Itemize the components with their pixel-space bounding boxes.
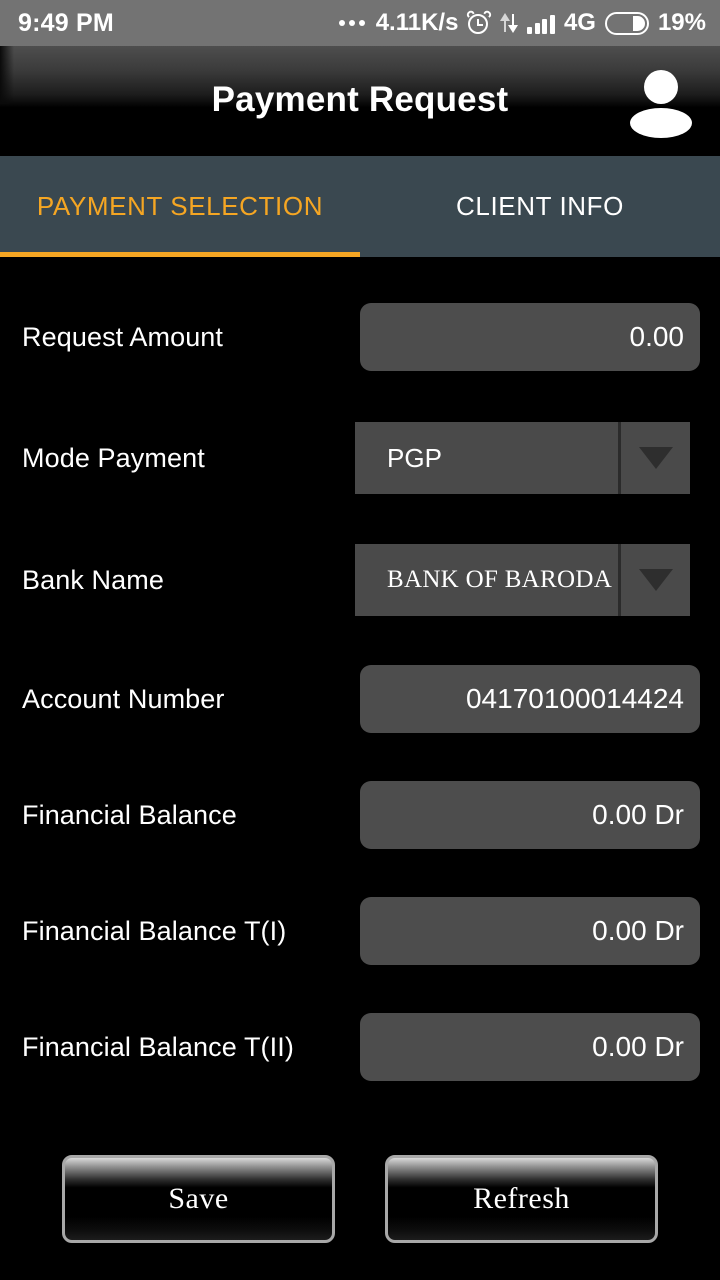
chevron-down-icon bbox=[638, 447, 673, 469]
label-financial-balance-t1: Financial Balance T(I) bbox=[22, 915, 287, 946]
form-row-financial-balance-t1: Financial Balance T(I) 0.00 Dr bbox=[0, 891, 720, 971]
refresh-button[interactable]: Refresh bbox=[385, 1155, 658, 1243]
input-financial-balance-t1[interactable]: 0.00 Dr bbox=[360, 897, 700, 965]
network-type-label: 4G bbox=[563, 9, 596, 36]
form-row-request-amount: Request Amount 0.00 bbox=[0, 297, 720, 377]
payment-selection-form: Request Amount 0.00 Mode Payment PGP Ban… bbox=[0, 257, 720, 1280]
input-financial-balance[interactable]: 0.00 Dr bbox=[360, 781, 700, 849]
app-screen: 9:49 PM 4.11K/s 4G 19% Payment Request P… bbox=[0, 0, 720, 1280]
action-button-bar: Save Refresh bbox=[0, 1155, 720, 1245]
spinner-bank-name[interactable]: BANK OF BARODA bbox=[355, 544, 690, 616]
battery-percent-label: 19% bbox=[657, 9, 706, 36]
chevron-down-icon bbox=[638, 569, 673, 591]
form-row-financial-balance-t2: Financial Balance T(II) 0.00 Dr bbox=[0, 1007, 720, 1087]
label-financial-balance-t2: Financial Balance T(II) bbox=[22, 1031, 294, 1062]
bank-name-dropdown-button[interactable] bbox=[618, 544, 690, 616]
label-request-amount: Request Amount bbox=[22, 321, 224, 352]
status-bar: 9:49 PM 4.11K/s 4G 19% bbox=[0, 0, 720, 46]
status-icons-group: 4.11K/s 4G 19% bbox=[338, 9, 706, 37]
tab-bar: PAYMENT SELECTION CLIENT INFO bbox=[0, 156, 720, 257]
alarm-clock-icon bbox=[465, 9, 494, 35]
mode-payment-dropdown-button[interactable] bbox=[618, 422, 690, 494]
input-account-number[interactable]: 04170100014424 bbox=[360, 665, 700, 733]
data-transfer-icon bbox=[500, 11, 519, 35]
label-financial-balance: Financial Balance bbox=[22, 799, 237, 830]
app-header: Payment Request bbox=[0, 46, 720, 156]
label-bank-name: Bank Name bbox=[22, 564, 164, 595]
user-avatar-icon[interactable] bbox=[630, 70, 692, 138]
status-time: 9:49 PM bbox=[18, 8, 114, 37]
battery-icon bbox=[604, 11, 649, 35]
network-speed-label: 4.11K/s bbox=[375, 9, 459, 36]
tab-payment-selection[interactable]: PAYMENT SELECTION bbox=[0, 156, 360, 257]
spinner-value-bank-name: BANK OF BARODA bbox=[387, 566, 613, 593]
spinner-value-mode-payment: PGP bbox=[387, 442, 442, 473]
label-mode-payment: Mode Payment bbox=[22, 442, 205, 473]
spinner-mode-payment[interactable]: PGP bbox=[355, 422, 690, 494]
form-row-account-number: Account Number 04170100014424 bbox=[0, 659, 720, 739]
more-dots-icon bbox=[338, 20, 365, 26]
save-button[interactable]: Save bbox=[62, 1155, 335, 1243]
label-account-number: Account Number bbox=[22, 683, 225, 714]
tab-client-info[interactable]: CLIENT INFO bbox=[360, 156, 720, 257]
form-row-bank-name: Bank Name BANK OF BARODA bbox=[0, 540, 720, 620]
form-row-mode-payment: Mode Payment PGP bbox=[0, 418, 720, 498]
signal-bars-icon bbox=[527, 12, 555, 34]
input-financial-balance-t2[interactable]: 0.00 Dr bbox=[360, 1013, 700, 1081]
page-title: Payment Request bbox=[211, 79, 509, 119]
form-row-financial-balance: Financial Balance 0.00 Dr bbox=[0, 775, 720, 855]
input-request-amount[interactable]: 0.00 bbox=[360, 303, 700, 371]
